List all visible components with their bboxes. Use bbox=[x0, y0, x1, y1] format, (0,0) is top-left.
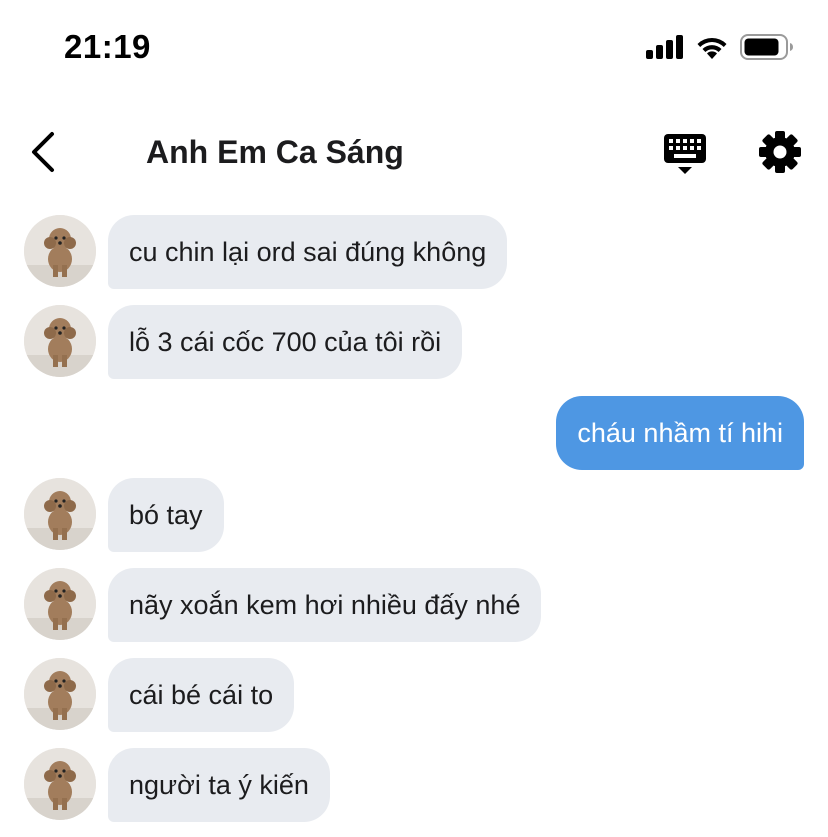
settings-button[interactable] bbox=[758, 130, 802, 174]
message-row-incoming: cu chin lại ord sai đúng không bbox=[0, 212, 828, 289]
dog-avatar-icon bbox=[24, 215, 96, 287]
message-row-outgoing: cháu nhầm tí hihi bbox=[0, 393, 828, 470]
avatar[interactable] bbox=[24, 658, 96, 730]
dog-avatar-icon bbox=[24, 658, 96, 730]
chat-screen: 21:19 Anh Em Ca Sáng cu chin lại ord sai… bbox=[0, 0, 828, 837]
dog-avatar-icon bbox=[24, 748, 96, 820]
message-row-incoming: nãy xoắn kem hơi nhiều đấy nhé bbox=[0, 565, 828, 642]
chat-header: Anh Em Ca Sáng bbox=[0, 110, 828, 196]
message-bubble-incoming[interactable]: bó tay bbox=[108, 478, 224, 552]
message-row-incoming: lỗ 3 cái cốc 700 của tôi rồi bbox=[0, 302, 828, 379]
status-time: 21:19 bbox=[64, 28, 151, 65]
message-bubble-incoming[interactable]: cu chin lại ord sai đúng không bbox=[108, 215, 508, 289]
avatar[interactable] bbox=[24, 478, 96, 550]
wifi-icon bbox=[696, 35, 728, 59]
cellular-signal-icon bbox=[646, 35, 684, 59]
message-bubble-outgoing[interactable]: cháu nhầm tí hihi bbox=[556, 396, 804, 470]
avatar[interactable] bbox=[24, 568, 96, 640]
avatar[interactable] bbox=[24, 215, 96, 287]
keyboard-icon bbox=[664, 134, 706, 174]
dog-avatar-icon bbox=[24, 478, 96, 550]
back-button[interactable] bbox=[26, 130, 66, 174]
message-bubble-incoming[interactable]: người ta ý kiến bbox=[108, 748, 330, 822]
message-bubble-incoming[interactable]: nãy xoắn kem hơi nhiều đấy nhé bbox=[108, 568, 542, 642]
gear-icon bbox=[759, 131, 801, 173]
message-row-incoming: cái bé cái to bbox=[0, 655, 828, 732]
battery-icon bbox=[740, 34, 794, 60]
message-bubble-incoming[interactable]: cái bé cái to bbox=[108, 658, 295, 732]
dog-avatar-icon bbox=[24, 568, 96, 640]
dog-avatar-icon bbox=[24, 305, 96, 377]
status-bar: 21:19 bbox=[0, 0, 828, 100]
avatar[interactable] bbox=[24, 305, 96, 377]
message-row-incoming: người ta ý kiến bbox=[0, 745, 828, 822]
message-row-incoming: bó tay bbox=[0, 475, 828, 552]
chat-title: Anh Em Ca Sáng bbox=[146, 134, 404, 170]
message-bubble-incoming[interactable]: lỗ 3 cái cốc 700 của tôi rồi bbox=[108, 305, 463, 379]
chevron-left-icon bbox=[32, 132, 54, 172]
keyboard-button[interactable] bbox=[662, 132, 708, 176]
status-icons bbox=[646, 34, 794, 60]
avatar[interactable] bbox=[24, 748, 96, 820]
